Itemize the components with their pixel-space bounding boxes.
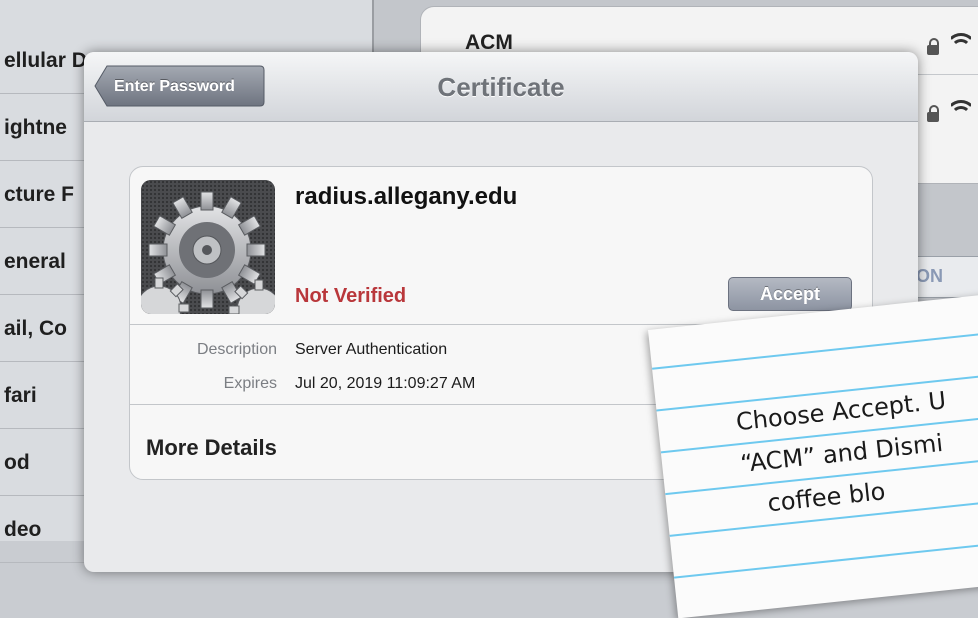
wifi-icon <box>951 100 971 116</box>
lock-icon <box>927 38 939 55</box>
expires-label: Expires <box>223 375 277 392</box>
accept-button[interactable]: Accept <box>728 277 852 311</box>
wifi-icon <box>951 33 971 49</box>
instruction-note: Choose Accept. U “ACM” and Dismi coffee … <box>648 286 978 618</box>
expires-value: Jul 20, 2019 11:09:27 AM <box>295 375 476 392</box>
sidebar-item-label: od <box>4 451 30 474</box>
description-value: Server Authentication <box>295 341 448 358</box>
verification-status: Not Verified <box>295 285 407 307</box>
certificate-domain: radius.allegany.edu <box>295 183 518 210</box>
modal-navbar: Enter Password Certificate <box>84 52 918 122</box>
more-details-row[interactable]: More Details <box>146 435 277 461</box>
sidebar-item-label: cture F <box>4 183 75 206</box>
lock-icon <box>927 105 939 122</box>
sidebar-item-label: ail, Co <box>4 317 68 340</box>
gear-icon <box>141 180 275 314</box>
note-rule-line <box>673 532 978 579</box>
modal-title: Certificate <box>437 72 565 102</box>
sidebar-item-label: ightne <box>4 116 67 139</box>
note-rule-line <box>651 323 978 370</box>
sidebar-item-label: deo <box>4 518 42 541</box>
sidebar-item-label: ellular D <box>4 49 87 72</box>
sidebar-item-label: fari <box>4 384 37 407</box>
note-text: Choose Accept. U “ACM” and Dismi coffee … <box>734 386 948 520</box>
toggle-label: ON <box>916 266 943 286</box>
accept-button-label: Accept <box>759 284 821 304</box>
description-label: Description <box>196 341 277 358</box>
sidebar-item-label: eneral <box>4 250 66 273</box>
